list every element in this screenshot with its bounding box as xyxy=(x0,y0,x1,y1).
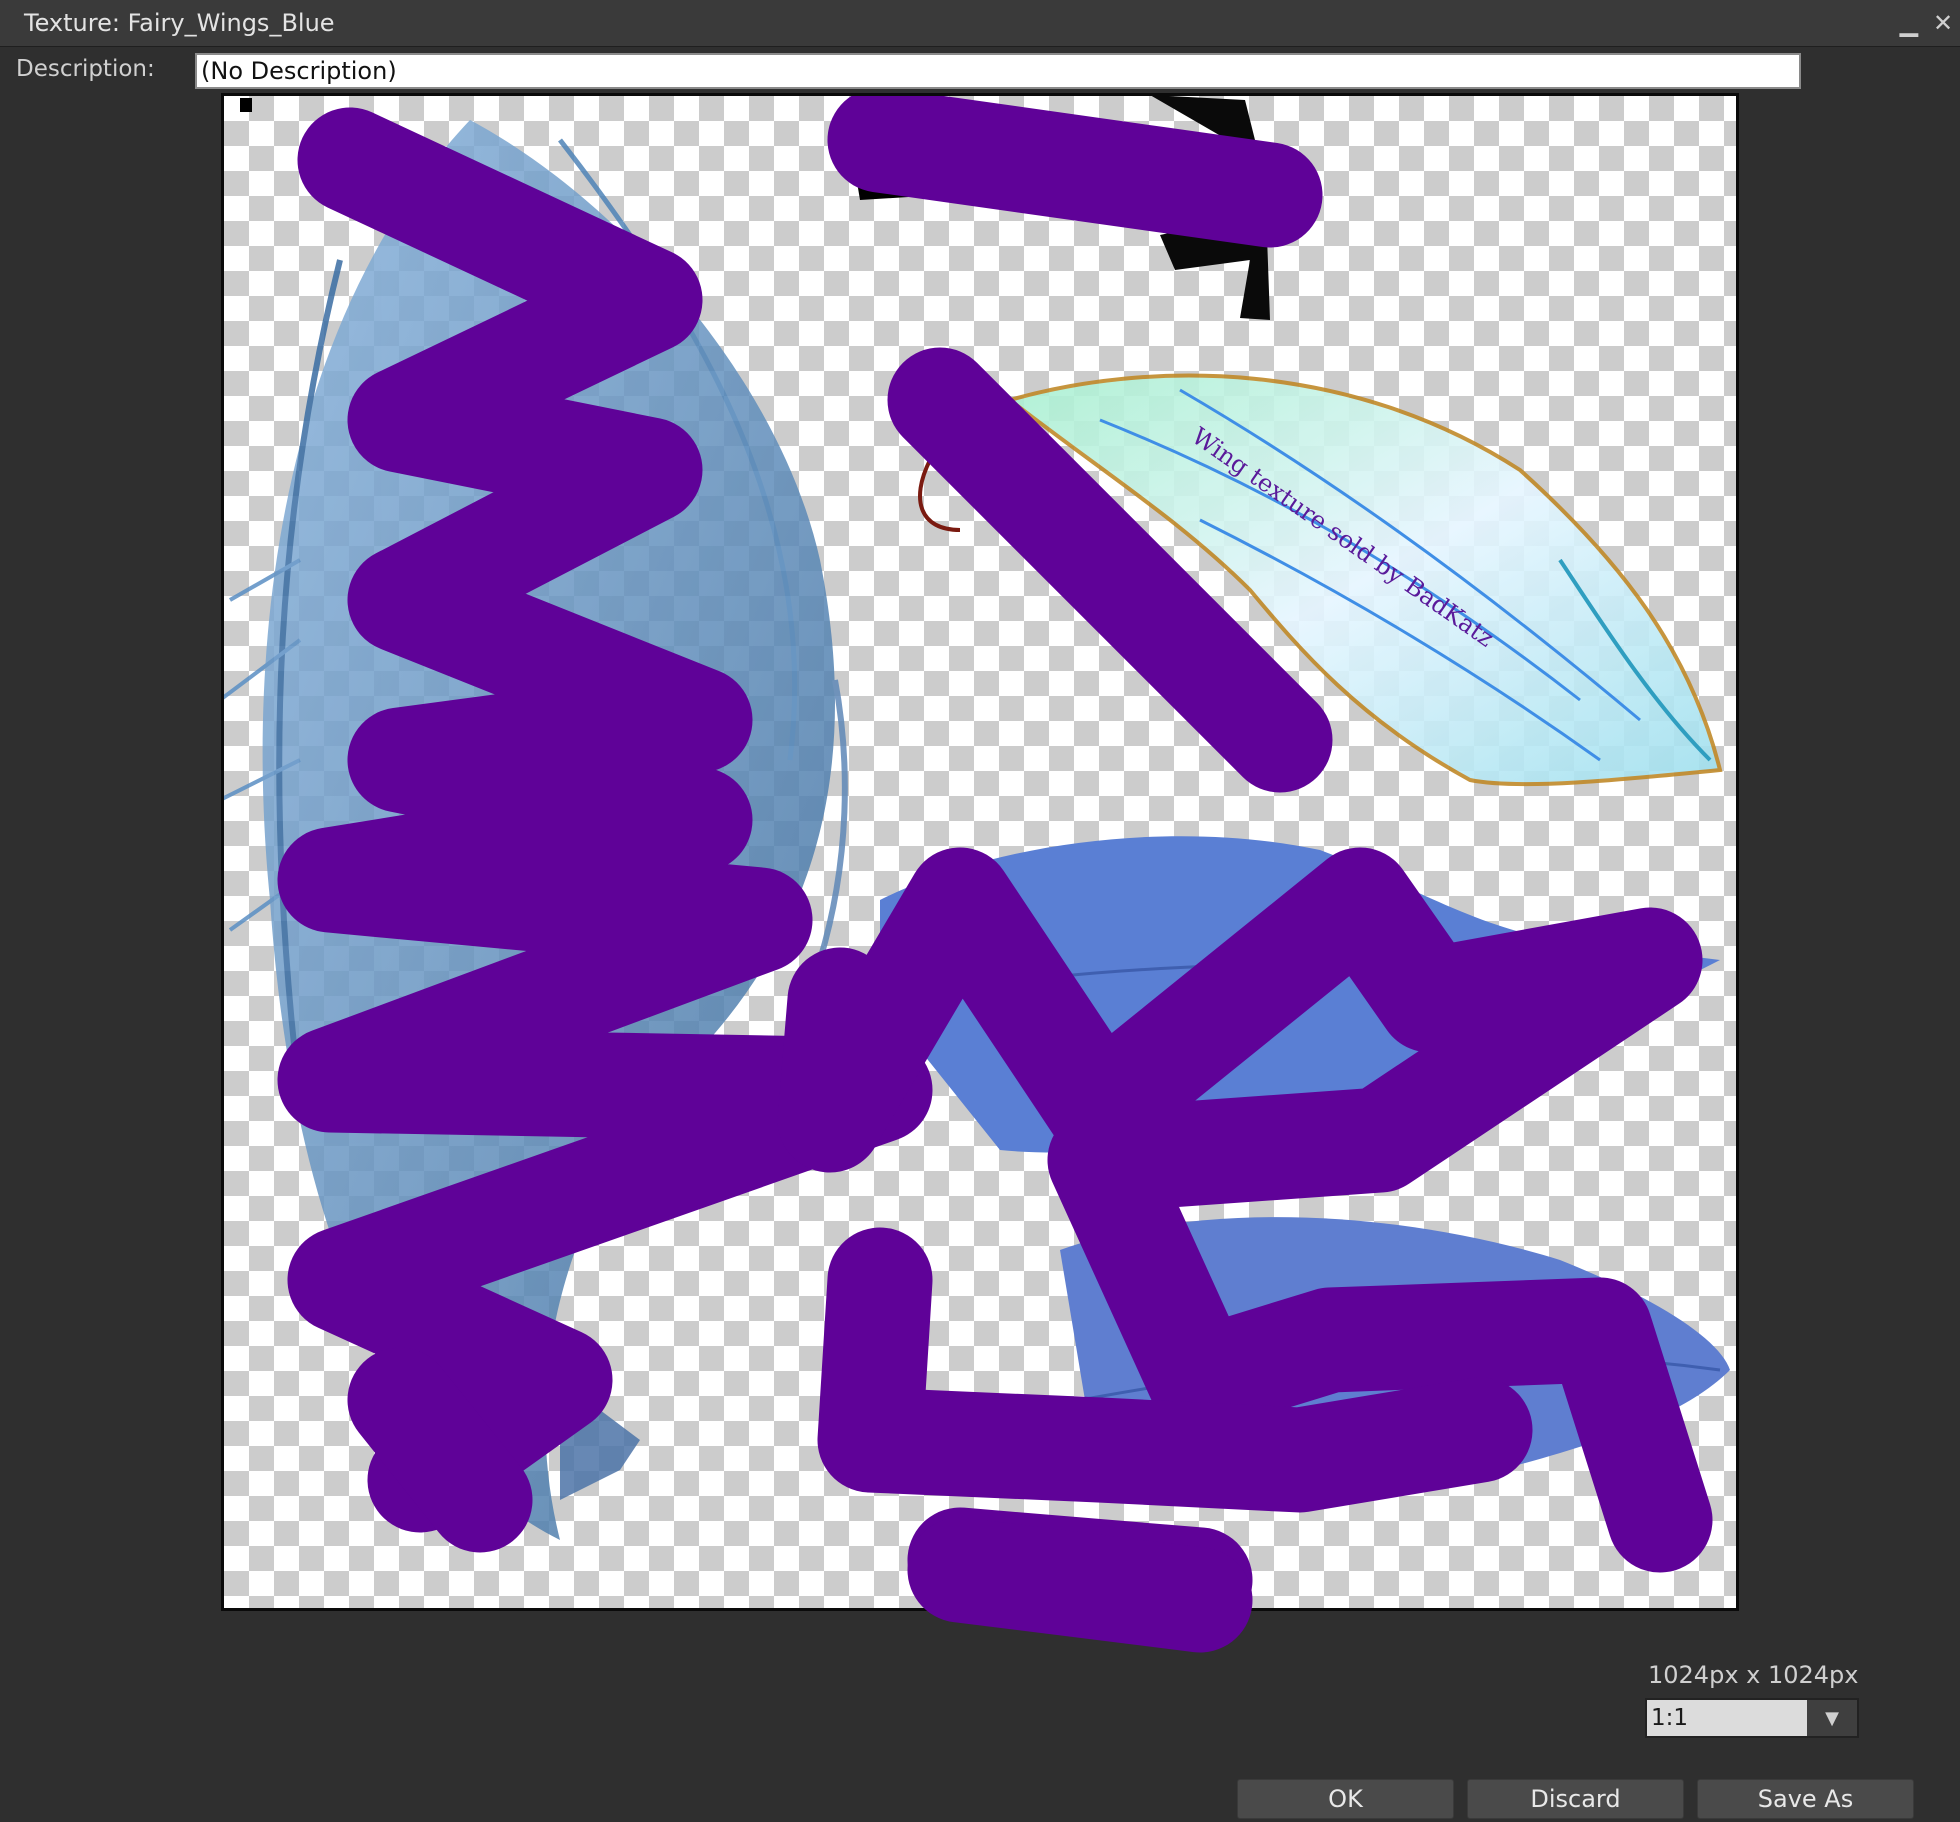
discard-button[interactable]: Discard xyxy=(1467,1779,1684,1819)
zoom-value: 1:1 xyxy=(1651,1705,1689,1731)
chevron-down-icon[interactable]: ▼ xyxy=(1807,1700,1857,1736)
window-title: Texture: Fairy_Wings_Blue xyxy=(24,9,335,37)
close-icon[interactable]: ✕ xyxy=(1926,6,1960,40)
description-input[interactable] xyxy=(195,53,1801,89)
save-as-button[interactable]: Save As xyxy=(1697,1779,1914,1819)
minimize-icon[interactable]: ▁ xyxy=(1892,6,1926,40)
title-bar: Texture: Fairy_Wings_Blue ▁ ✕ xyxy=(0,0,1960,47)
image-size-label: 1024px x 1024px xyxy=(1648,1661,1859,1689)
zoom-select[interactable]: 1:1 ▼ xyxy=(1645,1698,1859,1738)
ok-button[interactable]: OK xyxy=(1237,1779,1454,1819)
texture-preview xyxy=(221,93,1739,1611)
description-label: Description: xyxy=(16,56,155,82)
